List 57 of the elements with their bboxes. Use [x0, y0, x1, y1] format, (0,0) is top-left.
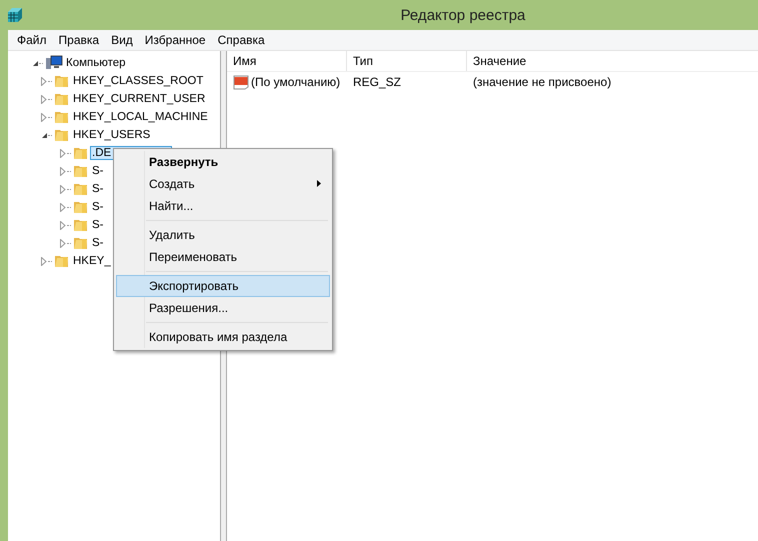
collapsed-arrow-icon[interactable] — [60, 166, 66, 176]
tree-item[interactable]: S- — [90, 182, 106, 196]
collapsed-arrow-icon[interactable] — [60, 202, 66, 212]
expanded-arrow-icon[interactable] — [32, 60, 38, 66]
folder-icon — [73, 145, 89, 161]
menu-item[interactable]: Развернуть — [116, 151, 330, 173]
collapsed-arrow-icon[interactable] — [41, 94, 47, 104]
collapsed-arrow-icon[interactable] — [60, 148, 66, 158]
menu-item[interactable]: Переименовать — [116, 246, 330, 268]
folder-icon — [54, 253, 70, 269]
folder-icon — [73, 217, 89, 233]
folder-icon — [54, 91, 70, 107]
menu-item[interactable]: Файл — [11, 33, 53, 47]
folder-icon — [54, 109, 70, 125]
menu-item[interactable]: Удалить — [116, 224, 330, 246]
app-icon — [6, 6, 24, 24]
menu-item[interactable]: Найти... — [116, 195, 330, 217]
collapsed-arrow-icon[interactable] — [41, 112, 47, 122]
folder-icon — [73, 235, 89, 251]
string-value-icon — [233, 74, 249, 90]
collapsed-arrow-icon[interactable] — [60, 220, 66, 230]
menu-item[interactable]: Справка — [212, 33, 271, 47]
menu-item[interactable]: Разрешения... — [116, 297, 330, 319]
folder-icon — [54, 73, 70, 89]
tree-item[interactable]: HKEY_CLASSES_ROOT — [71, 74, 206, 88]
column-header[interactable]: Значение — [467, 51, 758, 71]
tree-item[interactable]: HKEY_LOCAL_MACHINE — [71, 110, 210, 124]
folder-icon — [54, 127, 70, 143]
folder-icon — [73, 163, 89, 179]
column-header[interactable]: Тип — [347, 51, 467, 71]
menu-item[interactable]: Избранное — [138, 33, 212, 47]
tree-item[interactable]: HKEY_CURRENT_USER — [71, 92, 208, 106]
tree-item[interactable]: Компьютер — [64, 56, 128, 70]
table-cell-text: (значение не присвоено) — [472, 75, 612, 89]
collapsed-arrow-icon[interactable] — [41, 76, 47, 86]
menu-item[interactable]: Копировать имя раздела — [116, 326, 330, 348]
tree-item[interactable]: S- — [90, 200, 106, 214]
table-cell: (По умолчанию) — [251, 75, 340, 89]
window-title: Редактор реестра — [400, 6, 526, 24]
collapsed-arrow-icon[interactable] — [60, 184, 66, 194]
column-header[interactable]: Имя — [227, 51, 347, 71]
collapsed-arrow-icon[interactable] — [60, 238, 66, 248]
menu-item[interactable]: Создать — [116, 173, 330, 195]
tree-item[interactable]: HKEY_USERS — [71, 128, 152, 142]
computer-icon — [45, 55, 63, 71]
menu-item[interactable]: Экспортировать — [116, 275, 330, 297]
expanded-arrow-icon[interactable] — [40, 132, 48, 138]
folder-icon — [73, 181, 89, 197]
collapsed-arrow-icon[interactable] — [41, 256, 47, 266]
menu-item[interactable]: Правка — [52, 33, 106, 47]
tree-item[interactable]: S- — [90, 218, 106, 232]
tree-item[interactable]: S- — [90, 236, 106, 250]
tree-item[interactable]: S- — [90, 164, 106, 178]
table-cell-text: REG_SZ — [352, 75, 402, 89]
menu-item[interactable]: Вид — [105, 33, 139, 47]
tree-item[interactable]: HKEY_ — [71, 254, 113, 268]
folder-icon — [73, 199, 89, 215]
